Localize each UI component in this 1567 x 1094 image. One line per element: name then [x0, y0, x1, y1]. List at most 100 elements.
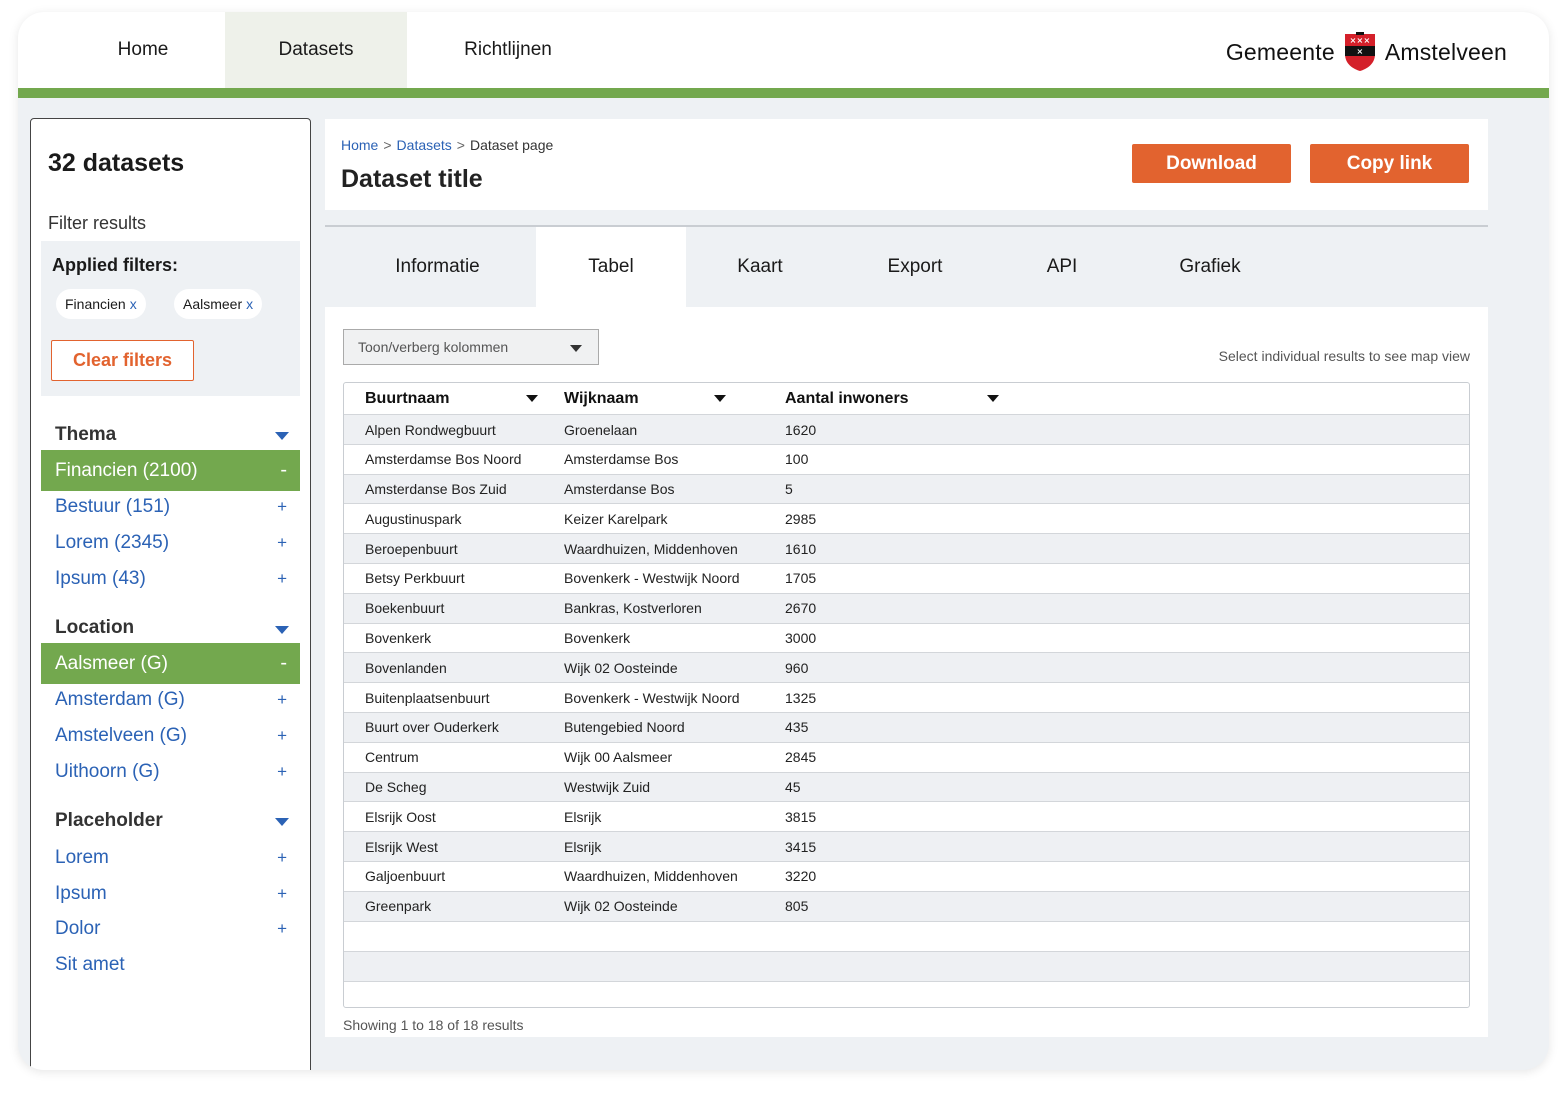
filter-item-amstelveen[interactable]: Amstelveen (G) +	[41, 718, 300, 754]
empty-table-row	[344, 950, 1469, 981]
filter-item-lorem-2[interactable]: Lorem +	[41, 840, 300, 876]
table-row[interactable]: Buitenplaatsenbuurt Bovenkerk - Westwijk …	[344, 682, 1469, 712]
copy-link-button[interactable]: Copy link	[1310, 144, 1469, 183]
cell-buurtnaam: Augustinuspark	[365, 510, 462, 527]
tab-kaart[interactable]: Kaart	[698, 227, 822, 307]
plus-icon[interactable]: +	[277, 690, 287, 710]
table-row[interactable]: Beroepenbuurt Waardhuizen, Middenhoven 161…	[344, 533, 1469, 563]
filter-chip-financien[interactable]: Financien x	[56, 289, 146, 319]
table-row[interactable]: Bovenkerk Bovenkerk 3000	[344, 622, 1469, 653]
cell-aantal-inwoners: 5	[785, 481, 793, 498]
filter-item-uithoorn[interactable]: Uithoorn (G) +	[41, 754, 300, 790]
chevron-down-icon[interactable]	[275, 432, 289, 440]
cell-buurtnaam: De Scheg	[365, 779, 427, 796]
close-icon[interactable]: x	[246, 296, 253, 312]
top-header: Home Datasets Richtlijnen Gemeente ××× ×…	[18, 12, 1549, 88]
plus-icon[interactable]: +	[277, 884, 287, 904]
cell-buurtnaam: Buitenplaatsenbuurt	[365, 689, 490, 706]
table-row[interactable]: Alpen Rondwegbuurt Groenelaan 1620	[344, 414, 1469, 444]
filter-item-ipsum[interactable]: Ipsum (43) +	[41, 561, 300, 597]
clear-filters-button[interactable]: Clear filters	[51, 340, 194, 381]
cell-buurtnaam: Bovenkerk	[365, 630, 432, 647]
table-row[interactable]: Centrum Wijk 00 Aalsmeer 2845	[344, 741, 1469, 772]
nav-richtlijnen[interactable]: Richtlijnen	[428, 12, 588, 88]
sort-icon[interactable]	[714, 395, 726, 402]
page-title: Dataset title	[341, 165, 483, 193]
cell-aantal-inwoners: 1325	[785, 689, 817, 706]
sort-icon[interactable]	[987, 395, 999, 402]
plus-icon[interactable]: +	[277, 533, 287, 553]
tab-export[interactable]: Export	[848, 227, 982, 307]
column-toggle-dropdown[interactable]: Toon/verberg kolommen	[343, 329, 599, 365]
filter-item-label: Bestuur (151)	[55, 496, 171, 517]
plus-icon[interactable]: +	[277, 497, 287, 517]
nav-datasets[interactable]: Datasets	[225, 12, 407, 88]
cell-wijknaam: Bovenkerk - Westwijk Noord	[564, 570, 740, 587]
table-row[interactable]: Elsrijk Oost Elsrijk 3815	[344, 801, 1469, 831]
cell-wijknaam: Bankras, Kostverloren	[564, 600, 702, 617]
breadcrumb-datasets[interactable]: Datasets	[397, 137, 452, 153]
tab-grafiek[interactable]: Grafiek	[1148, 227, 1272, 307]
tab-tabel[interactable]: Tabel	[536, 227, 686, 307]
table-row[interactable]: Buurt over Ouderkerk Butengebied Noord 435	[344, 711, 1469, 742]
chevron-down-icon[interactable]	[275, 818, 289, 826]
plus-icon[interactable]: +	[277, 848, 287, 868]
filter-item-lorem[interactable]: Lorem (2345) +	[41, 525, 300, 561]
table-row[interactable]: Bovenlanden Wijk 02 Oosteinde 960	[344, 652, 1469, 683]
minus-icon[interactable]: -	[280, 652, 287, 675]
table-row[interactable]: Betsy Perkbuurt Bovenkerk - Westwijk Noor…	[344, 562, 1469, 593]
plus-icon[interactable]: +	[277, 919, 287, 939]
chevron-down-icon[interactable]	[275, 626, 289, 634]
filter-item-dolor[interactable]: Dolor +	[41, 911, 300, 947]
filter-item-financien[interactable]: Financien (2100) -	[41, 450, 300, 491]
cell-wijknaam: Butengebied Noord	[564, 719, 685, 736]
filter-item-aalsmeer[interactable]: Aalsmeer (G) -	[41, 643, 300, 684]
filter-item-sit-amet[interactable]: Sit amet	[41, 947, 300, 983]
filter-item-label: Amstelveen (G)	[55, 725, 187, 746]
cell-buurtnaam: Elsrijk West	[365, 838, 438, 855]
nav-home[interactable]: Home	[70, 12, 216, 88]
filter-item-bestuur[interactable]: Bestuur (151) +	[41, 489, 300, 525]
column-header-aantal-inwoners[interactable]: Aantal inwoners	[785, 383, 1005, 414]
table-row[interactable]: Amsterdamse Bos Noord Amsterdamse Bos 100	[344, 443, 1469, 474]
tab-api[interactable]: API	[1016, 227, 1108, 307]
chevron-down-icon	[570, 345, 582, 352]
filter-item-amsterdam[interactable]: Amsterdam (G) +	[41, 682, 300, 718]
cell-buurtnaam: Greenpark	[365, 898, 432, 915]
breadcrumb-home[interactable]: Home	[341, 137, 378, 153]
table-row[interactable]: Elsrijk West Elsrijk 3415	[344, 831, 1469, 861]
cell-aantal-inwoners: 1610	[785, 540, 817, 557]
cell-buurtnaam: Galjoenbuurt	[365, 868, 446, 885]
group-title-thema[interactable]: Thema	[55, 424, 116, 446]
filter-item-ipsum-2[interactable]: Ipsum +	[41, 876, 300, 912]
cell-buurtnaam: Bovenlanden	[365, 659, 447, 676]
filter-item-label: Ipsum (43)	[55, 568, 146, 589]
breadcrumb-separator: >	[456, 137, 465, 153]
table-row[interactable]: Augustinuspark Keizer Karelpark 2985	[344, 503, 1469, 533]
table-row[interactable]: Boekenbuurt Bankras, Kostverloren 2670	[344, 592, 1469, 623]
cell-aantal-inwoners: 3415	[785, 838, 817, 855]
brand-logo[interactable]: Gemeente ××× × Amstelveen	[1226, 32, 1507, 71]
plus-icon[interactable]: +	[277, 569, 287, 589]
tab-informatie[interactable]: Informatie	[350, 227, 525, 307]
download-button[interactable]: Download	[1132, 144, 1291, 183]
table-row[interactable]: Amsterdanse Bos Zuid Amsterdanse Bos 5	[344, 473, 1469, 504]
minus-icon[interactable]: -	[280, 459, 287, 482]
plus-icon[interactable]: +	[277, 762, 287, 782]
filter-chip-aalsmeer[interactable]: Aalsmeer x	[174, 289, 263, 319]
column-header-buurtnaam[interactable]: Buurtnaam	[365, 383, 545, 414]
cell-wijknaam: Bovenkerk	[564, 630, 631, 647]
app-frame: Home Datasets Richtlijnen Gemeente ××× ×…	[18, 12, 1549, 1070]
close-icon[interactable]: x	[130, 296, 137, 312]
column-header-wijknaam[interactable]: Wijknaam	[564, 383, 734, 414]
plus-icon[interactable]: +	[277, 726, 287, 746]
table-row[interactable]: Galjoenbuurt Waardhuizen, Middenhoven 3220	[344, 860, 1469, 891]
sort-icon[interactable]	[526, 395, 538, 402]
cell-aantal-inwoners: 45	[785, 779, 801, 796]
table-row[interactable]: De Scheg Westwijk Zuid 45	[344, 771, 1469, 802]
table-row[interactable]: Greenpark Wijk 02 Oosteinde 805	[344, 890, 1469, 921]
group-title-location[interactable]: Location	[55, 617, 134, 639]
group-title-placeholder[interactable]: Placeholder	[55, 810, 163, 832]
brand-name-right: Amstelveen	[1384, 38, 1507, 65]
cell-aantal-inwoners: 1620	[785, 421, 817, 438]
